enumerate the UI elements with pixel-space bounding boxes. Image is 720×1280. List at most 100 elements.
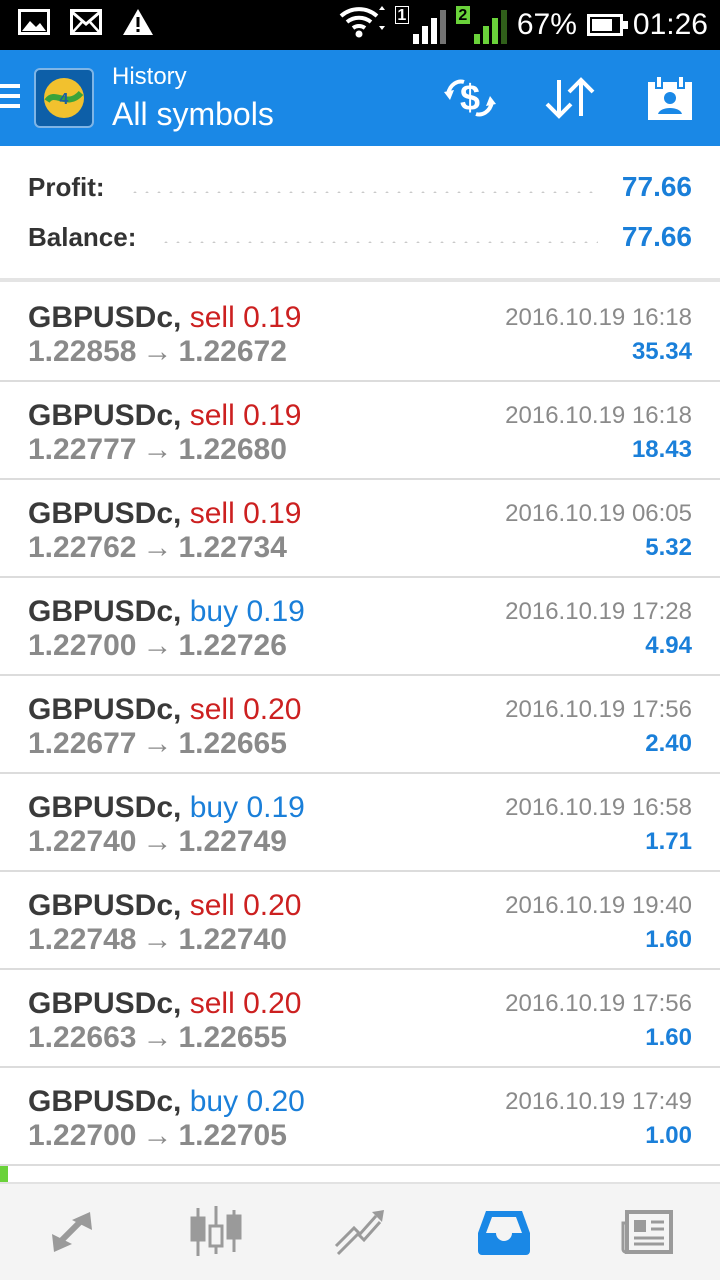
notification-icons — [18, 8, 154, 41]
deal-profit: 2.40 — [645, 730, 692, 757]
deal-time: 2016.10.19 16:18 — [505, 304, 692, 331]
deal-symbol: GBPUSDc, — [28, 791, 182, 824]
deal-prices: 1.22748 → 1.22740 — [28, 922, 287, 958]
deal-title: GBPUSDc, sell 0.20 — [28, 986, 301, 1022]
deal-row[interactable]: GBPUSDc, buy 0.20 1.22700 → 1.22705 2016.1… — [0, 1068, 720, 1166]
close-price: 1.22749 — [178, 825, 287, 858]
deal-prices: 1.22663 → 1.22655 — [28, 1020, 287, 1056]
deal-time: 2016.10.19 17:28 — [505, 598, 692, 625]
open-price: 1.22858 — [28, 335, 137, 368]
nav-news[interactable] — [576, 1184, 720, 1280]
deal-type: sell — [189, 399, 235, 432]
trade-icon — [334, 1210, 384, 1256]
metatrader-logo-icon[interactable]: 4 — [34, 68, 94, 128]
arrow-right-icon: → — [142, 923, 173, 956]
deal-time: 2016.10.19 16:18 — [505, 402, 692, 429]
deal-profit: 5.32 — [645, 534, 692, 561]
deal-symbol: GBPUSDc, — [28, 497, 182, 530]
deal-symbol: GBPUSDc, — [28, 399, 182, 432]
history-summary: Profit: 77.66 Balance: 77.66 — [0, 146, 720, 282]
deal-row[interactable]: GBPUSDc, sell 0.19 1.22858 → 1.22672 2016.… — [0, 284, 720, 382]
deal-title: GBPUSDc, sell 0.20 — [28, 692, 301, 728]
deal-title: GBPUSDc, buy 0.19 — [28, 594, 305, 630]
deal-row[interactable]: GBPUSDc, sell 0.20 1.22748 → 1.22740 2016.… — [0, 872, 720, 970]
balance-row: Balance: 77.66 — [28, 212, 692, 262]
nav-trade[interactable] — [288, 1184, 432, 1280]
warning-icon — [122, 8, 154, 41]
nav-chart[interactable] — [144, 1184, 288, 1280]
dotted-leader — [160, 241, 598, 243]
deal-time: 2016.10.19 06:05 — [505, 500, 692, 527]
wifi-icon — [339, 4, 385, 46]
deal-type: buy — [189, 1085, 239, 1118]
system-status: 1 2 67% 01:26 — [339, 4, 708, 46]
close-price: 1.22665 — [178, 727, 287, 760]
dotted-leader — [128, 191, 598, 193]
profit-row: Profit: 77.66 — [28, 162, 692, 212]
close-price: 1.22655 — [178, 1021, 287, 1054]
deal-profit: 18.43 — [631, 436, 692, 463]
battery-level-fill — [591, 19, 613, 31]
arrow-right-icon: → — [142, 727, 173, 760]
currency-switch-icon[interactable]: $ — [440, 70, 500, 126]
nav-quotes[interactable] — [0, 1184, 144, 1280]
arrow-right-icon: → — [142, 825, 173, 858]
symbol-filter-title[interactable]: All symbols — [112, 92, 274, 136]
deal-volume: 0.19 — [243, 497, 302, 530]
deal-row[interactable]: GBPUSDc, sell 0.20 1.22663 → 1.22655 2016.… — [0, 970, 720, 1068]
open-price: 1.22762 — [28, 531, 137, 564]
arrow-right-icon: → — [142, 1021, 173, 1054]
close-price: 1.22734 — [178, 531, 287, 564]
deal-symbol: GBPUSDc, — [28, 987, 182, 1020]
deal-type: buy — [189, 595, 239, 628]
deal-profit: 1.71 — [645, 828, 692, 855]
chart-icon — [190, 1206, 242, 1256]
open-price: 1.22663 — [28, 1021, 137, 1054]
open-price: 1.22740 — [28, 825, 137, 858]
open-price: 1.22777 — [28, 433, 137, 466]
menu-icon[interactable] — [0, 84, 20, 114]
balance-label: Balance: — [28, 221, 137, 252]
deal-volume: 0.20 — [243, 889, 302, 922]
calendar-icon[interactable] — [640, 70, 700, 126]
nav-history[interactable] — [432, 1184, 576, 1280]
deal-profit: 35.34 — [631, 338, 692, 365]
battery-percent: 67% — [516, 8, 577, 41]
bottom-navigation — [0, 1182, 720, 1280]
deal-volume: 0.20 — [243, 987, 302, 1020]
deal-title: GBPUSDc, sell 0.20 — [28, 888, 301, 924]
deal-time: 2016.10.19 17:49 — [505, 1088, 692, 1115]
status-bar: 1 2 67% 01:26 — [0, 0, 720, 50]
arrow-right-icon: → — [142, 1119, 173, 1152]
deal-time: 2016.10.19 17:56 — [505, 696, 692, 723]
deal-row[interactable]: GBPUSDc, sell 0.19 1.22762 → 1.22734 2016.… — [0, 480, 720, 578]
open-price: 1.22700 — [28, 1119, 137, 1152]
image-icon — [18, 8, 50, 41]
deal-prices: 1.22700 → 1.22726 — [28, 628, 287, 664]
sort-icon[interactable] — [540, 70, 600, 126]
deal-profit: 1.00 — [645, 1122, 692, 1149]
deal-symbol: GBPUSDc, — [28, 595, 182, 628]
deal-volume: 0.19 — [246, 791, 305, 824]
deal-volume: 0.19 — [246, 595, 305, 628]
news-icon — [621, 1210, 673, 1254]
app-bar: 4 History All symbols $ — [0, 50, 720, 146]
deal-row[interactable]: GBPUSDc, buy 0.19 1.22740 → 1.22749 2016.1… — [0, 774, 720, 872]
sim2-label: 2 — [455, 6, 470, 24]
deal-type: sell — [189, 301, 235, 334]
deal-row[interactable]: GBPUSDc, sell 0.19 1.22777 → 1.22680 2016.… — [0, 382, 720, 480]
deal-row[interactable]: GBPUSDc, sell 0.20 1.22677 → 1.22665 2016.… — [0, 676, 720, 774]
arrow-right-icon: → — [142, 335, 173, 368]
appbar-actions: $ — [440, 70, 700, 126]
title-block: History All symbols — [112, 62, 274, 136]
close-price: 1.22680 — [178, 433, 287, 466]
open-price: 1.22748 — [28, 923, 137, 956]
scroll-indicator — [0, 1166, 8, 1182]
deal-prices: 1.22700 → 1.22705 — [28, 1118, 287, 1154]
deal-prices: 1.22858 → 1.22672 — [28, 334, 287, 370]
deal-type: sell — [189, 889, 235, 922]
clock: 01:26 — [632, 8, 708, 41]
open-price: 1.22700 — [28, 629, 137, 662]
deal-row[interactable]: GBPUSDc, buy 0.19 1.22700 → 1.22726 2016.1… — [0, 578, 720, 676]
arrow-right-icon: → — [142, 433, 173, 466]
